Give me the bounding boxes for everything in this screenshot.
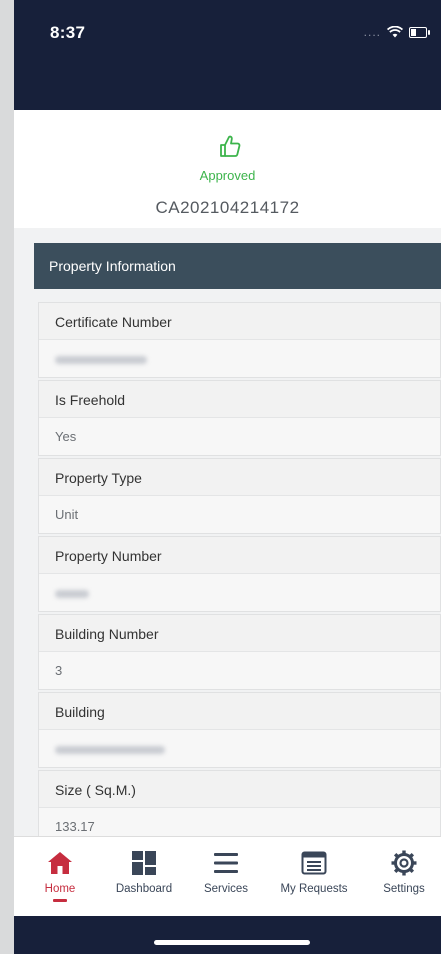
tab-label: Home	[44, 883, 76, 895]
phone-screen: 8:37 .... Approved CA202104214172 Proper…	[14, 0, 441, 954]
wifi-icon	[387, 26, 403, 38]
field-property-type: Property Type Unit	[38, 458, 441, 534]
field-property-number: Property Number	[38, 536, 441, 612]
tab-my-requests[interactable]: My Requests	[270, 849, 358, 895]
tab-label: Services	[203, 883, 249, 895]
home-icon	[48, 852, 72, 874]
menu-icon	[214, 853, 238, 873]
field-value: Unit	[39, 496, 440, 533]
field-label: Size ( Sq.M.)	[39, 771, 440, 808]
field-label: Is Freehold	[39, 381, 440, 418]
active-tab-indicator	[53, 899, 67, 902]
status-time: 8:37	[50, 23, 86, 42]
tab-settings[interactable]: Settings	[374, 849, 434, 895]
tab-label: Settings	[383, 883, 425, 895]
tab-services[interactable]: Services	[194, 849, 258, 895]
bottom-tab-bar: Home Dashboard Services My Requests Sett…	[14, 836, 441, 917]
tab-label: Dashboard	[115, 883, 173, 895]
battery-icon	[409, 26, 430, 38]
approval-card: Approved CA202104214172	[14, 110, 441, 228]
field-value: Yes	[39, 418, 440, 455]
dashboard-icon	[132, 851, 156, 875]
system-icons: ....	[363, 22, 430, 42]
field-label: Building Number	[39, 615, 440, 652]
tab-dashboard[interactable]: Dashboard	[106, 849, 182, 895]
field-label: Building	[39, 693, 440, 730]
section-title: Property Information	[49, 258, 176, 274]
field-building-number: Building Number 3	[38, 614, 441, 690]
field-label: Property Type	[39, 459, 440, 496]
field-certificate-number: Certificate Number	[38, 302, 441, 378]
home-indicator[interactable]	[154, 940, 310, 945]
requests-icon	[301, 851, 327, 875]
approval-status: Approved	[199, 168, 256, 183]
field-is-freehold: Is Freehold Yes	[38, 380, 441, 456]
field-label: Certificate Number	[39, 303, 440, 340]
field-value-redacted	[39, 730, 440, 767]
field-building: Building	[38, 692, 441, 768]
tab-home[interactable]: Home	[36, 849, 84, 902]
application-number: CA202104214172	[155, 198, 300, 217]
field-label: Property Number	[39, 537, 440, 574]
section-header-property-information: Property Information	[34, 243, 441, 289]
signal-icon: ....	[363, 25, 381, 39]
field-size: Size ( Sq.M.) 133.17	[38, 770, 441, 846]
field-value: 3	[39, 652, 440, 689]
status-bar: 8:37 ....	[14, 0, 441, 110]
property-fields-list: Certificate Number Is Freehold Yes Prope…	[38, 302, 441, 848]
field-value-redacted	[39, 574, 440, 611]
field-value-redacted	[39, 340, 440, 377]
thumbs-up-icon	[220, 135, 241, 157]
home-indicator-area	[14, 916, 441, 954]
gear-icon	[391, 850, 417, 876]
tab-label: My Requests	[280, 883, 348, 895]
